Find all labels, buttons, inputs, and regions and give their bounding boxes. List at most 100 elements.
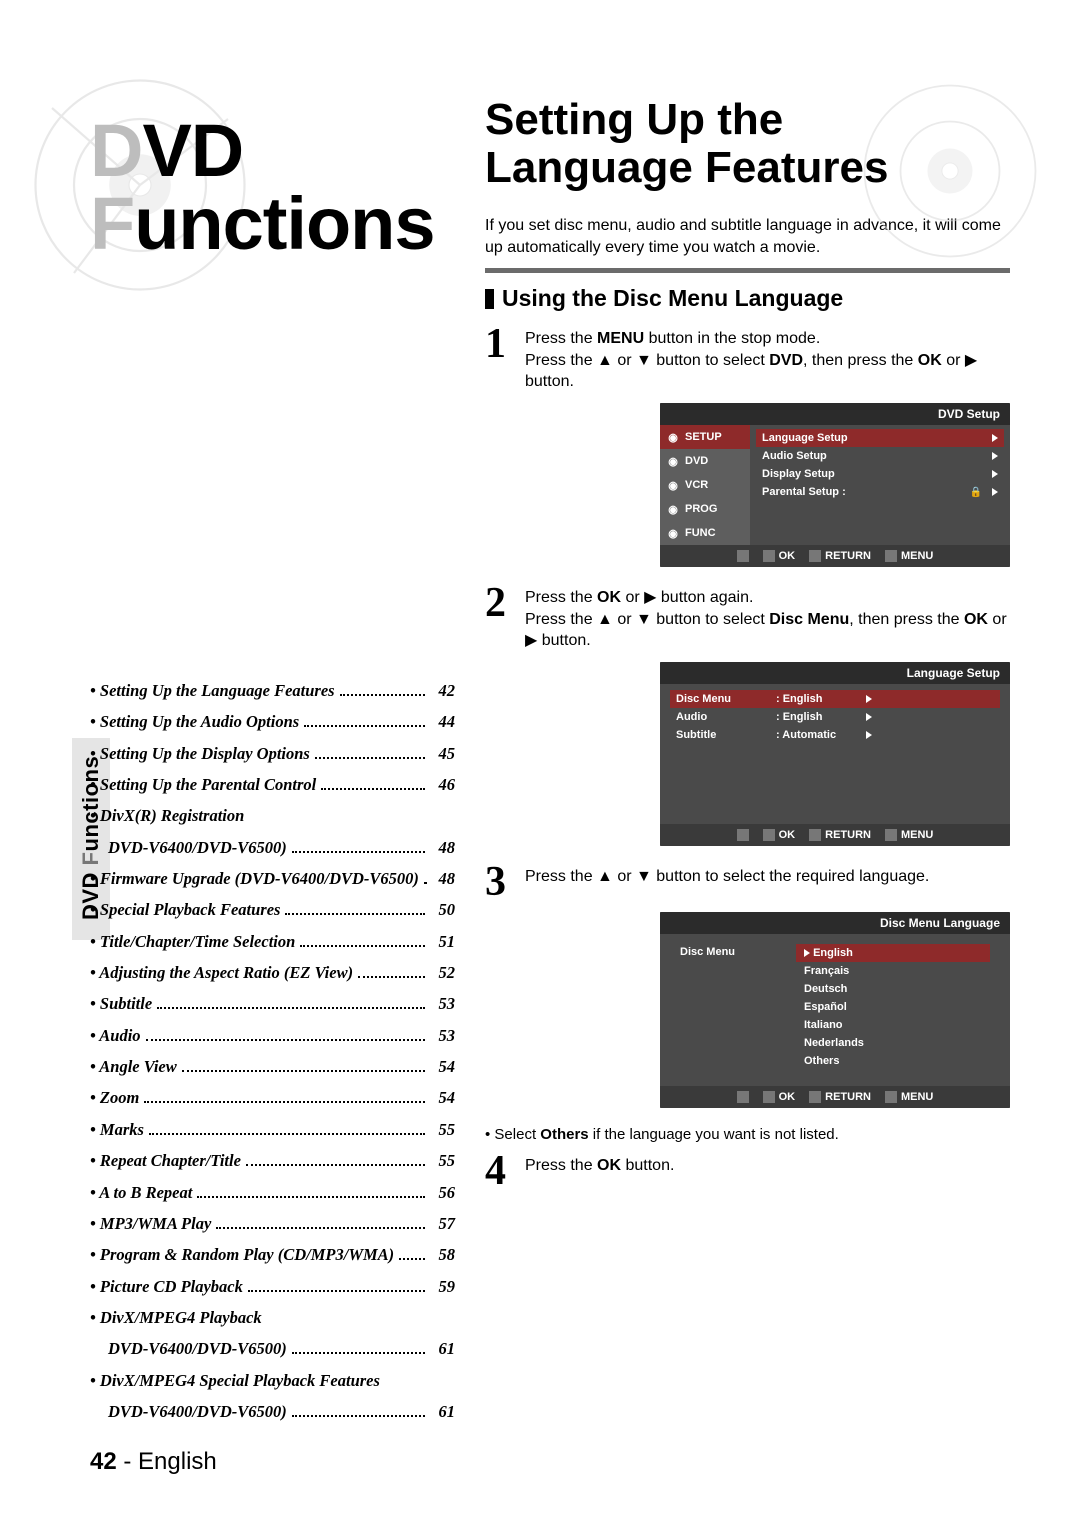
toc-label: • Setting Up the Parental Control	[90, 769, 316, 800]
toc-entry: • DivX/MPEG4 Playback	[90, 1302, 455, 1333]
chevron-right-icon	[982, 432, 998, 444]
menu-icon: ◉	[666, 478, 680, 492]
osd-language-option[interactable]: Nederlands	[796, 1034, 990, 1052]
osd-menu-item[interactable]: ◉SETUP	[660, 425, 750, 449]
language-label: English	[813, 947, 853, 959]
step-number: 3	[485, 864, 515, 902]
chevron-right-icon	[982, 468, 998, 480]
osd-menu-item[interactable]: ◉VCR	[660, 473, 750, 497]
menu-hint: MENU	[885, 829, 933, 841]
osd-language-option[interactable]: Deutsch	[796, 980, 990, 998]
language-label: Italiano	[804, 1019, 843, 1031]
toc-entry: • Setting Up the Language Features42	[90, 675, 455, 706]
toc-sublabel: DVD-V6400/DVD-V6500)	[108, 1396, 287, 1427]
table-of-contents: • Setting Up the Language Features42• Se…	[90, 675, 455, 1427]
menu-hint: MENU	[885, 550, 933, 562]
toc-entry: • Firmware Upgrade (DVD-V6400/DVD-V6500)…	[90, 863, 455, 894]
osd-menu-item[interactable]: ◉PROG	[660, 497, 750, 521]
toc-entry-sub: DVD-V6400/DVD-V6500)61	[90, 1396, 455, 1427]
note-others: Select Others if the language you want i…	[485, 1126, 1010, 1143]
page-footer: 42 - English	[90, 1448, 217, 1476]
osd-title: DVD Setup	[660, 403, 1010, 425]
toc-label: • Firmware Upgrade (DVD-V6400/DVD-V6500)	[90, 863, 419, 894]
toc-dots	[197, 1196, 425, 1198]
nav-icon	[737, 550, 749, 562]
row-value: : English	[776, 711, 856, 723]
menu-hint: MENU	[885, 1091, 933, 1103]
toc-label: • Special Playback Features	[90, 894, 280, 925]
toc-label: • Setting Up the Audio Options	[90, 706, 299, 737]
toc-dots	[358, 976, 425, 978]
osd-footer: OK RETURN MENU	[660, 1086, 1010, 1108]
osd-list-row[interactable]: Language Setup	[756, 429, 1004, 447]
toc-entry: • Title/Chapter/Time Selection51	[90, 926, 455, 957]
toc-label: • DivX/MPEG4 Playback	[90, 1302, 262, 1333]
columns: DVD Functions • Setting Up the Language …	[90, 80, 1010, 1466]
osd-list-row[interactable]: Audio Setup	[756, 447, 1004, 465]
language-label: Deutsch	[804, 983, 847, 995]
row-label: Language Setup	[762, 432, 982, 444]
footer-sep: -	[117, 1448, 138, 1475]
toc-label: • A to B Repeat	[90, 1177, 192, 1208]
step-1: 1 Press the MENU button in the stop mode…	[485, 326, 1010, 393]
osd-title: Disc Menu Language	[660, 912, 1010, 934]
row-label: Audio	[676, 711, 776, 723]
osd-language-list: English Français Deutsch Español Italiano Ned…	[790, 940, 1000, 1076]
article-title-line1: Setting Up the	[485, 95, 783, 144]
osd-right-list: Language Setup Audio Setup Display Setup Pa…	[750, 425, 1010, 545]
subsection-heading: Using the Disc Menu Language	[485, 285, 1010, 312]
ok-hint: OK	[763, 550, 796, 562]
osd-language-option[interactable]: Others	[796, 1052, 990, 1070]
toc-label: • Repeat Chapter/Title	[90, 1145, 241, 1176]
toc-page: 48	[429, 863, 455, 894]
right-column: Setting Up the Language Features If you …	[485, 80, 1010, 1466]
menu-icon: ◉	[666, 430, 680, 444]
toc-entry: • DivX(R) Registration	[90, 800, 455, 831]
toc-label: • Angle View	[90, 1051, 177, 1082]
toc-label: • Adjusting the Aspect Ratio (EZ View)	[90, 957, 353, 988]
osd-language-option[interactable]: Français	[796, 962, 990, 980]
toc-page: 53	[429, 1020, 455, 1051]
toc-page: 55	[429, 1114, 455, 1145]
osd-list-row[interactable]: Subtitle: Automatic	[670, 726, 1000, 744]
section-title: DVD Functions	[90, 115, 455, 335]
osd-language-option[interactable]: Español	[796, 998, 990, 1016]
toc-entry-sub: DVD-V6400/DVD-V6500)48	[90, 832, 455, 863]
page: DVD Functions DVD Functions • Sett	[0, 0, 1080, 1526]
menu-label: DVD	[685, 455, 708, 467]
osd-list-row[interactable]: Parental Setup :🔒	[756, 483, 1004, 501]
toc-page: 59	[429, 1271, 455, 1302]
toc-entry: • Adjusting the Aspect Ratio (EZ View) 52	[90, 957, 455, 988]
osd-list-row[interactable]: Display Setup	[756, 465, 1004, 483]
toc-page: 48	[429, 832, 455, 863]
osd-list-row[interactable]: Disc Menu: English	[670, 690, 1000, 708]
toc-entry: • DivX/MPEG4 Special Playback Features	[90, 1365, 455, 1396]
selected-arrow-icon	[804, 949, 810, 957]
toc-label: • DivX(R) Registration	[90, 800, 244, 831]
toc-dots	[321, 788, 425, 790]
toc-dots	[292, 851, 425, 853]
osd-list-row[interactable]: Audio: English	[670, 708, 1000, 726]
toc-entry: • Setting Up the Display Options45	[90, 738, 455, 769]
page-number: 42	[90, 1448, 117, 1475]
toc-entry: • Setting Up the Parental Control46	[90, 769, 455, 800]
toc-entry: • Marks55	[90, 1114, 455, 1145]
osd-menu-item[interactable]: ◉FUNC	[660, 521, 750, 545]
toc-label: • Picture CD Playback	[90, 1271, 243, 1302]
toc-entry: • Special Playback Features50	[90, 894, 455, 925]
toc-label: • Setting Up the Display Options	[90, 738, 310, 769]
title-d: D	[90, 109, 142, 192]
toc-page: 52	[429, 957, 455, 988]
row-label: Display Setup	[762, 468, 982, 480]
osd-language-option[interactable]: English	[796, 944, 990, 962]
toc-label: • Program & Random Play (CD/MP3/WMA)	[90, 1239, 394, 1270]
toc-dots	[424, 882, 425, 884]
toc-page: 57	[429, 1208, 455, 1239]
osd-language-option[interactable]: Italiano	[796, 1016, 990, 1034]
toc-entry: • MP3/WMA Play57	[90, 1208, 455, 1239]
osd-menu-item[interactable]: ◉DVD	[660, 449, 750, 473]
step-2: 2 Press the OK or ▶ button again. Press …	[485, 585, 1010, 652]
chevron-right-icon	[982, 450, 998, 462]
toc-page: 53	[429, 988, 455, 1019]
step-text: Press the ▲ or ▼ button to select the re…	[525, 864, 1010, 902]
